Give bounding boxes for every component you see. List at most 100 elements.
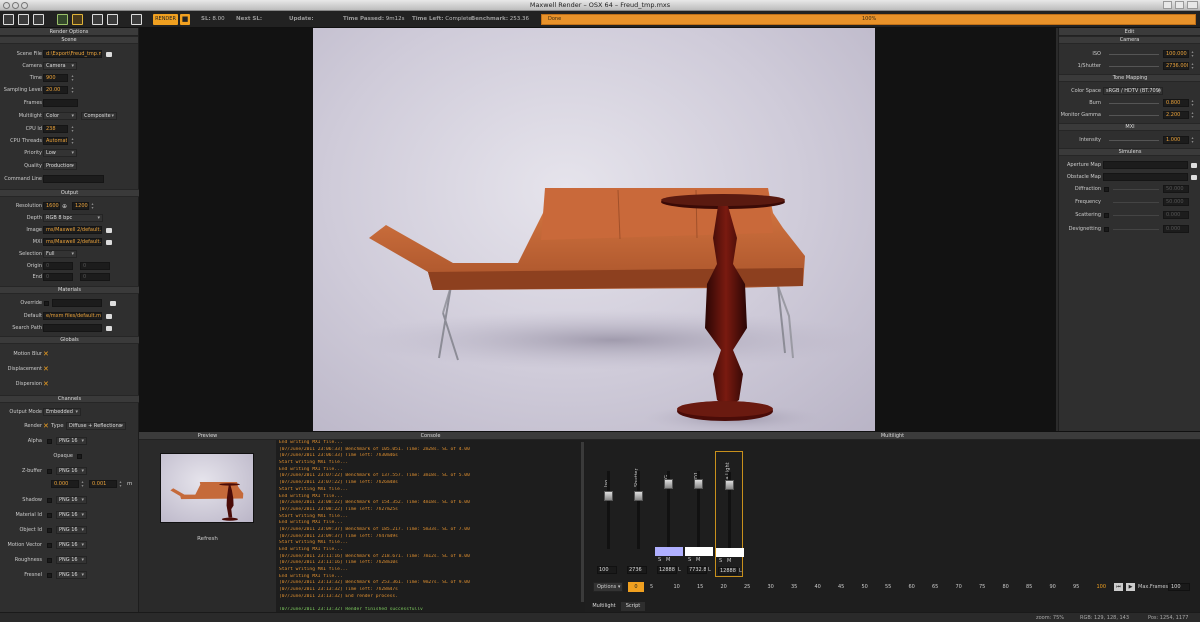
channel-value-field[interactable]: 100 bbox=[597, 566, 617, 574]
studio-icon[interactable] bbox=[92, 14, 103, 25]
history-icon[interactable] bbox=[131, 14, 142, 25]
options-dropdown[interactable]: Options ▾ bbox=[593, 582, 623, 592]
zbuffer-min-field[interactable]: 0.000 bbox=[51, 480, 79, 488]
close-window-icon[interactable] bbox=[3, 2, 10, 9]
channel-fader-knob[interactable] bbox=[694, 479, 703, 489]
dispersion-checkbox[interactable]: ✕ bbox=[43, 380, 49, 389]
shutter-spinner[interactable]: ▴ ▾ bbox=[1190, 62, 1195, 70]
motion-vector-checkbox[interactable] bbox=[47, 543, 52, 548]
shadow-format-select[interactable]: PNG 16 bbox=[56, 496, 87, 504]
output-mode-select[interactable]: Embedded bbox=[43, 408, 81, 416]
diffraction-slider-track[interactable] bbox=[1113, 189, 1159, 190]
resolution-width-field[interactable]: 1600 bbox=[43, 202, 60, 210]
mute-button[interactable]: M bbox=[727, 558, 731, 564]
roughness-checkbox[interactable] bbox=[47, 558, 52, 563]
scene-file-field[interactable]: d:\Export\Freud_tmp.mxs bbox=[43, 50, 102, 58]
zbuffer-checkbox[interactable] bbox=[47, 469, 52, 474]
solo-mute-buttons[interactable]: S M bbox=[658, 557, 670, 563]
console-scrollbar[interactable] bbox=[581, 442, 584, 602]
aperture-folder-icon[interactable] bbox=[1191, 163, 1197, 168]
channel-fader-knob[interactable] bbox=[725, 480, 734, 490]
camera-select[interactable]: Camera bbox=[43, 62, 77, 70]
network-icon[interactable] bbox=[107, 14, 118, 25]
origin-x-field[interactable]: 0 bbox=[43, 262, 73, 270]
object-id-format-select[interactable]: PNG 16 bbox=[56, 526, 87, 534]
diffraction-checkbox[interactable] bbox=[1104, 187, 1109, 192]
priority-select[interactable]: Low bbox=[43, 149, 77, 157]
channel-value-field[interactable]: 2736 bbox=[627, 566, 647, 574]
burn-field[interactable]: 0.800 bbox=[1163, 99, 1189, 107]
object-id-checkbox[interactable] bbox=[47, 528, 52, 533]
stop-render-button[interactable]: ■ bbox=[180, 14, 190, 25]
sampling-field[interactable]: 20.00 bbox=[43, 86, 68, 94]
resolution-height-field[interactable]: 1200 bbox=[72, 202, 89, 210]
channel-value-field[interactable]: 12888 bbox=[718, 567, 738, 575]
image-folder-icon[interactable] bbox=[106, 228, 112, 233]
gamma-slider-track[interactable] bbox=[1109, 115, 1159, 116]
iso-slider-track[interactable] bbox=[1109, 54, 1159, 55]
solo-button[interactable]: S bbox=[719, 558, 722, 564]
iso-spinner[interactable]: ▴ ▾ bbox=[1190, 50, 1195, 58]
obstacle-map-field[interactable] bbox=[1103, 173, 1188, 181]
aperture-map-field[interactable] bbox=[1103, 161, 1188, 169]
image-path-field[interactable]: ms/Maxwell 2/default.png bbox=[43, 226, 102, 234]
link-aspect-icon[interactable]: ⊕ bbox=[62, 202, 67, 211]
mute-button[interactable]: M bbox=[696, 557, 700, 563]
channel-fader-knob[interactable] bbox=[664, 479, 673, 489]
fresnel-checkbox[interactable] bbox=[47, 573, 52, 578]
minimize-icon[interactable] bbox=[1163, 1, 1172, 9]
shadow-checkbox[interactable] bbox=[47, 498, 52, 503]
selection-select[interactable]: Full bbox=[43, 250, 77, 258]
save-image-icon[interactable] bbox=[57, 14, 68, 25]
resolution-spinner[interactable]: ▴ ▾ bbox=[90, 202, 95, 210]
displacement-checkbox[interactable]: ✕ bbox=[43, 365, 49, 374]
frequency-slider-track[interactable] bbox=[1113, 202, 1159, 203]
new-scene-icon[interactable] bbox=[3, 14, 14, 25]
render-channel-checkbox[interactable]: ✕ bbox=[43, 422, 49, 431]
channel-color-swatch[interactable] bbox=[685, 547, 713, 556]
scattering-slider-track[interactable] bbox=[1113, 215, 1159, 216]
end-x-field[interactable]: 0 bbox=[43, 273, 73, 281]
material-id-checkbox[interactable] bbox=[47, 513, 52, 518]
cpu-id-field[interactable]: 238 bbox=[43, 125, 68, 133]
cpu-threads-spinner[interactable]: ▴ ▾ bbox=[70, 137, 75, 145]
channel-value-field[interactable]: 7732.8 bbox=[687, 566, 707, 574]
motion-blur-checkbox[interactable]: ✕ bbox=[43, 350, 49, 359]
tab-multilight[interactable]: Multilight bbox=[589, 602, 619, 611]
search-path-folder-icon[interactable] bbox=[106, 326, 112, 331]
cpu-id-spinner[interactable]: ▴ ▾ bbox=[70, 125, 75, 133]
time-spinner[interactable]: ▴ ▾ bbox=[70, 74, 75, 82]
open-scene-icon[interactable] bbox=[18, 14, 29, 25]
lock-button[interactable]: L bbox=[739, 568, 742, 574]
channel-fader-knob[interactable] bbox=[604, 491, 613, 501]
multilight-select[interactable]: Color bbox=[43, 112, 77, 120]
roughness-format-select[interactable]: PNG 16 bbox=[56, 556, 87, 564]
minimize-window-icon[interactable] bbox=[12, 2, 19, 9]
frame-scale[interactable]: 5 10 15 20 25 30 35 40 45 50 55 60 65 70 75 80 85 90 95 100 bbox=[650, 584, 1130, 594]
zbuffer-max-spinner[interactable]: ▴ ▾ bbox=[118, 480, 123, 488]
tab-script[interactable]: Script bbox=[621, 602, 645, 611]
gamma-field[interactable]: 2.200 bbox=[1163, 111, 1189, 119]
channel-fader-track[interactable] bbox=[637, 471, 640, 549]
maximize-icon[interactable] bbox=[1175, 1, 1184, 9]
burn-spinner[interactable]: ▴ ▾ bbox=[1190, 99, 1195, 107]
alpha-checkbox[interactable] bbox=[47, 439, 52, 444]
intensity-slider-track[interactable] bbox=[1109, 140, 1159, 141]
time-field[interactable]: 900 bbox=[43, 74, 68, 82]
max-frames-field[interactable]: 100 bbox=[1168, 583, 1190, 591]
origin-y-field[interactable]: 0 bbox=[80, 262, 110, 270]
end-y-field[interactable]: 0 bbox=[80, 273, 110, 281]
lock-button[interactable]: L bbox=[678, 567, 681, 573]
channel-color-swatch[interactable] bbox=[655, 547, 683, 556]
motion-vector-format-select[interactable]: PNG 16 bbox=[56, 541, 87, 549]
override-folder-icon[interactable] bbox=[110, 301, 116, 306]
override-field[interactable] bbox=[52, 299, 102, 307]
scattering-checkbox[interactable] bbox=[1104, 213, 1109, 218]
zbuffer-max-field[interactable]: 0.001 bbox=[89, 480, 117, 488]
gamma-spinner[interactable]: ▴ ▾ bbox=[1190, 111, 1195, 119]
multilight-mode-select[interactable]: Composite bbox=[81, 112, 117, 120]
default-material-field[interactable]: e/mxm files/default.mxm bbox=[43, 312, 102, 320]
render-type-select[interactable]: Diffuse + Reflections bbox=[66, 422, 126, 430]
channel-value-field[interactable]: 12888 bbox=[657, 566, 677, 574]
play-icon[interactable]: ▶ bbox=[1126, 583, 1135, 591]
